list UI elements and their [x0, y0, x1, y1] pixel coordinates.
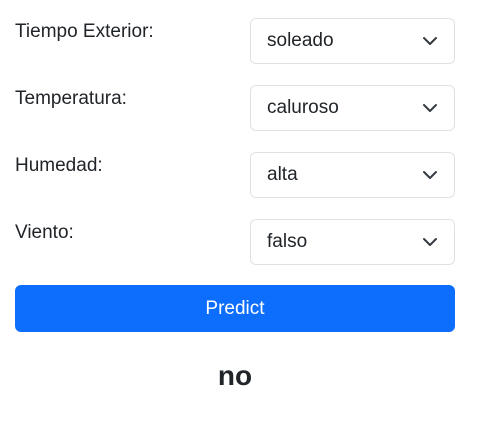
chevron-down-icon	[423, 238, 437, 246]
tiempo-exterior-value: soleado	[267, 30, 334, 51]
viento-value: falso	[267, 231, 308, 252]
temperatura-label: Temperatura:	[15, 88, 127, 109]
chevron-down-icon	[423, 37, 437, 45]
chevron-down-icon	[423, 171, 437, 179]
prediction-result: no	[217, 360, 253, 391]
humedad-label: Humedad:	[15, 155, 103, 176]
temperatura-select[interactable]: caluroso	[250, 85, 455, 131]
viento-label: Viento:	[15, 222, 74, 243]
field-tiempo-exterior: Tiempo Exterior: soleado	[15, 18, 455, 64]
humedad-value: alta	[267, 164, 298, 185]
humedad-select[interactable]: alta	[250, 152, 455, 198]
field-temperatura: Temperatura: caluroso	[15, 85, 455, 131]
field-viento: Viento: falso	[15, 219, 455, 265]
predict-button[interactable]: Predict	[15, 285, 455, 332]
prediction-form: Tiempo Exterior: soleado Temperatura: ca…	[0, 0, 480, 429]
chevron-down-icon	[423, 104, 437, 112]
temperatura-value: caluroso	[267, 97, 339, 118]
tiempo-exterior-select[interactable]: soleado	[250, 18, 455, 64]
field-humedad: Humedad: alta	[15, 152, 455, 198]
viento-select[interactable]: falso	[250, 219, 455, 265]
tiempo-exterior-label: Tiempo Exterior:	[15, 21, 154, 42]
